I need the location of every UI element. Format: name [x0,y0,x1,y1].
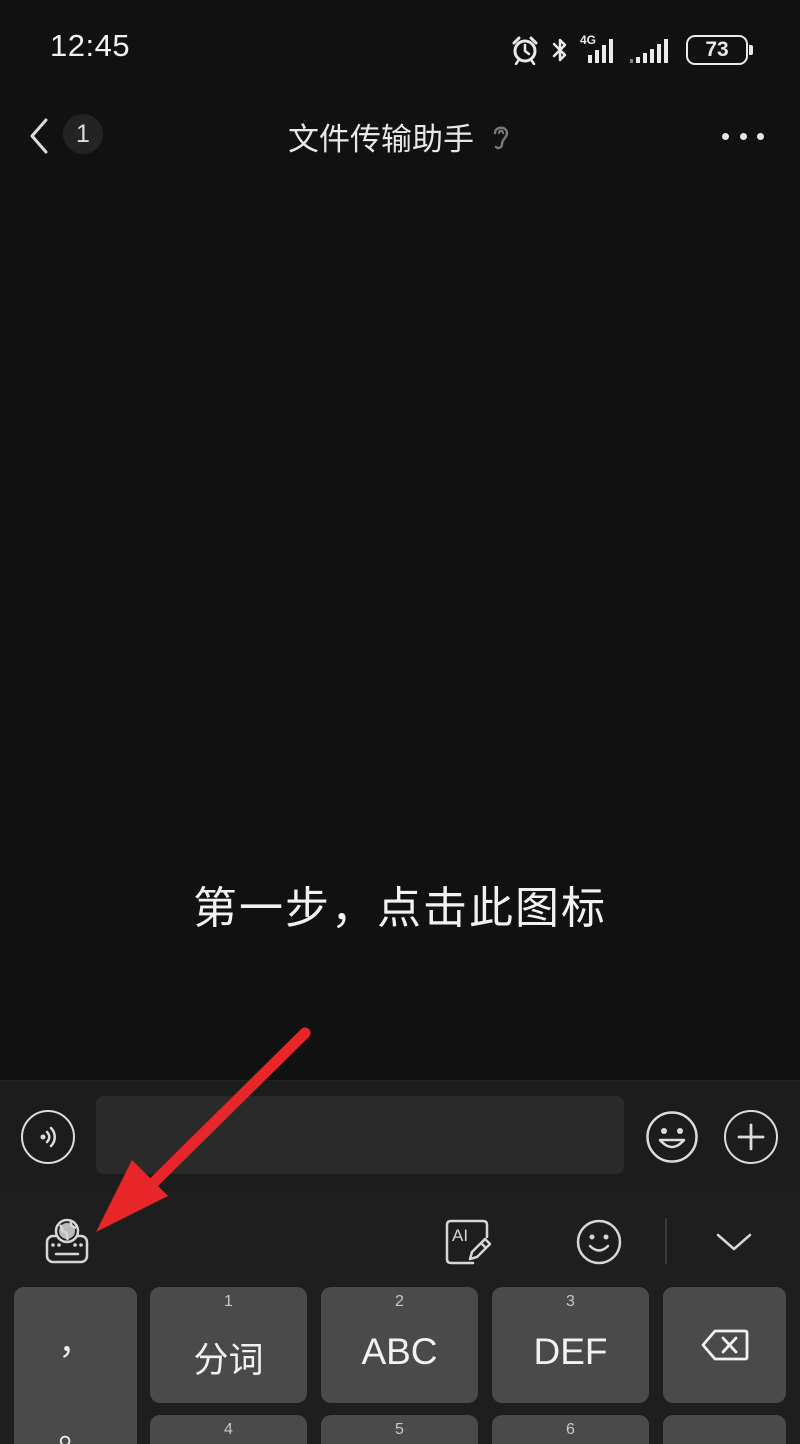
svg-text:AI: AI [452,1226,468,1245]
backspace-icon [701,1329,748,1361]
battery-level: 73 [705,38,729,61]
key-4[interactable]: 4 [150,1415,307,1444]
plus-icon [737,1123,765,1151]
message-input[interactable] [96,1096,624,1174]
punct-bottom: 。 [58,1413,93,1444]
keyboard-toolbar: AI [0,1192,800,1288]
more-dots-icon [722,132,729,140]
voice-button[interactable] [21,1110,75,1164]
keyboard-language-icon [45,1218,89,1264]
punctuation-key[interactable]: ， 。 [14,1287,137,1444]
emoji-button[interactable] [645,1110,699,1164]
delete-key[interactable] [663,1287,786,1403]
bluetooth-icon [550,35,570,65]
smiley-icon [576,1219,622,1265]
ear-icon [493,126,509,149]
keyboard-language-button[interactable] [39,1214,95,1270]
emoji-icon [646,1111,698,1163]
more-button[interactable] [722,120,764,152]
key-2[interactable]: 2 ABC [321,1287,478,1403]
chat-area: 第一步，点击此图标 [0,172,800,1080]
key-6[interactable]: 6 [492,1415,649,1444]
voice-icon [40,1126,56,1148]
alarm-icon [510,35,540,65]
ai-write-icon: AI [445,1219,492,1265]
input-bar [0,1080,800,1192]
keyboard: AI ， 。 1 分词 2 ABC 3 DEF 4 5 6 [0,1192,800,1444]
chat-title-wrap: 文件传输助手 [0,114,800,159]
collapse-keyboard-icon [716,1233,752,1251]
status-time: 12:45 [50,28,131,63]
chat-title[interactable]: 文件传输助手 [288,114,474,159]
collapse-keyboard-button[interactable] [706,1214,762,1270]
plus-button[interactable] [724,1110,778,1164]
key-3[interactable]: 3 DEF [492,1287,649,1403]
key-row2-side[interactable] [663,1415,786,1444]
ai-write-button[interactable]: AI [440,1214,496,1270]
status-icons: 4G 73 [510,32,753,68]
instruction-text: 第一步，点击此图标 [193,883,607,934]
status-bar: 12:45 4G 73 [0,0,800,100]
key-1[interactable]: 1 分词 [150,1287,307,1403]
key-5[interactable]: 5 [321,1415,478,1444]
signal-4g-icon: 4G [580,33,618,65]
battery-icon: 73 [686,35,753,65]
toolbar-divider [665,1218,667,1264]
punct-top: ， [58,1324,93,1362]
smiley-button[interactable] [571,1214,627,1270]
signal-icon [628,35,676,65]
chat-header: 1 文件传输助手 [0,100,800,172]
